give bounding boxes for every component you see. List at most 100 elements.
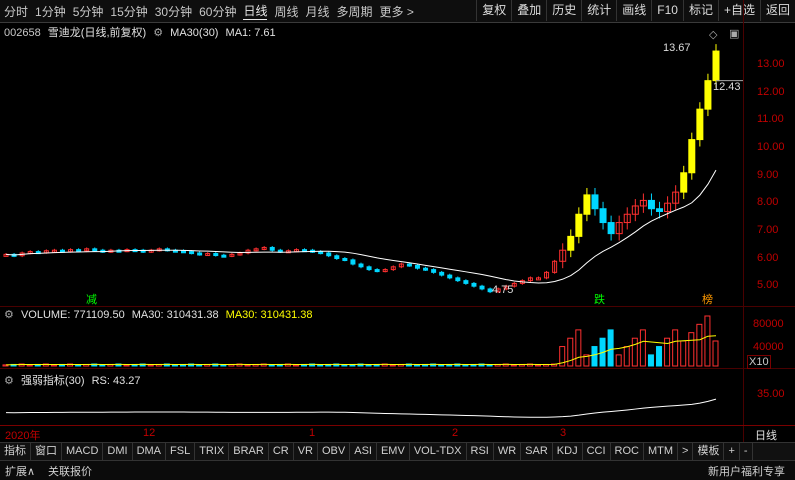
candle	[189, 251, 195, 255]
expand-icon[interactable]: ▣	[729, 27, 739, 40]
volume-bar	[647, 354, 654, 367]
expand-button[interactable]: 扩展∧	[5, 463, 35, 479]
candle	[181, 250, 186, 254]
volume-bar	[486, 364, 493, 367]
candle	[463, 280, 469, 284]
volume-bar	[591, 346, 598, 367]
candle	[567, 235, 575, 251]
price-axis-label: 11.00	[757, 113, 784, 126]
indicator-tab-6[interactable]: TRIX	[195, 443, 230, 460]
candle	[607, 222, 615, 235]
rs-line	[5, 398, 717, 418]
volume-bar	[147, 364, 154, 367]
price-chart[interactable]	[0, 0, 795, 479]
indicator-tab-15[interactable]: WR	[494, 443, 522, 460]
candle	[423, 267, 429, 271]
candle	[374, 269, 380, 273]
indicator-tab-3[interactable]: DMI	[103, 443, 133, 460]
candle	[92, 248, 98, 252]
indicator-tab-20[interactable]: MTM	[644, 443, 679, 460]
candle	[358, 263, 364, 268]
indicator-tab-17[interactable]: KDJ	[553, 443, 583, 460]
volume-bar	[244, 364, 251, 367]
indicator-tab-8[interactable]: CR	[269, 443, 294, 460]
date-axis: 2020年 12 1 2 3 日线	[0, 425, 795, 442]
volume-bar	[220, 364, 227, 367]
rs-axis-label: 35.00	[757, 388, 785, 400]
volume-bar	[631, 337, 638, 367]
volume-bar	[607, 329, 614, 367]
volume-bar	[99, 364, 106, 367]
settings-icon[interactable]: ⚙	[4, 309, 14, 321]
volume-bar	[672, 329, 679, 367]
indicator-tab-18[interactable]: CCI	[583, 443, 611, 460]
indicator-tab-7[interactable]: BRAR	[229, 443, 269, 460]
indicator-tab-24[interactable]: -	[740, 443, 753, 460]
candle	[479, 285, 485, 290]
candle	[575, 213, 583, 237]
indicator-tab-13[interactable]: VOL-TDX	[410, 443, 467, 460]
rs-value: RS: 43.27	[91, 375, 141, 387]
candle	[704, 80, 712, 110]
volume-bar	[623, 346, 630, 367]
candle	[406, 263, 412, 267]
rs-info: ⚙ 强弱指标(30) RS: 43.27	[4, 372, 144, 388]
volume-ma30-a: MA30: 310431.38	[131, 309, 219, 321]
indicator-tab-21[interactable]: >	[678, 443, 694, 460]
indicator-tab-10[interactable]: OBV	[318, 443, 351, 460]
indicator-tab-5[interactable]: FSL	[166, 443, 196, 460]
indicator-tab-22[interactable]: 模板	[693, 443, 725, 460]
volume-bar	[696, 323, 703, 367]
indicator-tab-2[interactable]: MACD	[62, 443, 104, 460]
candle	[221, 254, 227, 258]
price-axis-label: 7.00	[757, 223, 779, 236]
settings-icon[interactable]: ⚙	[4, 375, 14, 387]
volume-bar	[688, 332, 695, 367]
price-axis-label: 12.00	[757, 85, 785, 98]
volume-bar	[75, 364, 82, 367]
candle	[647, 199, 655, 210]
volume-bar	[171, 364, 178, 367]
volume-label: VOLUME: 771109.50	[20, 309, 125, 321]
indicator-tab-1[interactable]: 窗口	[31, 443, 62, 460]
candle	[366, 266, 372, 271]
indicator-tab-4[interactable]: DMA	[133, 443, 167, 460]
indicator-tab-14[interactable]: RSI	[467, 443, 494, 460]
candle	[318, 251, 324, 255]
event-marker[interactable]: 减	[86, 291, 97, 307]
indicator-tab-16[interactable]: SAR	[521, 443, 553, 460]
volume-bar	[704, 315, 711, 367]
indicator-tab-0[interactable]: 指标	[0, 443, 31, 460]
candle	[447, 274, 453, 279]
volume-ma30-b: MA30: 310431.38	[225, 309, 313, 321]
indicator-tab-9[interactable]: VR	[294, 443, 318, 460]
candle	[350, 259, 356, 265]
candle	[326, 252, 332, 257]
volume-bar	[292, 364, 299, 367]
candle	[414, 264, 420, 269]
promo-link[interactable]: 新用户福利专享	[708, 463, 785, 479]
volume-bar	[680, 340, 687, 367]
candle	[197, 252, 203, 256]
period-indicator[interactable]: 日线	[755, 427, 777, 443]
event-marker[interactable]: 跌	[594, 291, 605, 307]
indicator-tab-12[interactable]: EMV	[377, 443, 410, 460]
indicator-tab-19[interactable]: ROC	[611, 443, 644, 460]
event-marker[interactable]: 榜	[702, 291, 713, 307]
related-quotes-button[interactable]: 关联报价	[48, 463, 92, 479]
volume-bar	[462, 364, 469, 367]
diamond-icon[interactable]: ◇	[709, 28, 717, 41]
volume-bar	[510, 364, 517, 367]
candle	[583, 194, 591, 215]
candle	[269, 246, 275, 251]
candle	[76, 249, 82, 253]
candle	[455, 277, 461, 282]
candle	[599, 208, 607, 224]
volume-bar	[365, 364, 372, 367]
volume-axis-label: 80000	[753, 318, 784, 330]
candle	[439, 271, 445, 276]
candle	[334, 255, 340, 260]
rs-label: 强弱指标(30)	[20, 375, 85, 387]
indicator-tab-11[interactable]: ASI	[350, 443, 377, 460]
indicator-tab-23[interactable]: +	[724, 443, 740, 460]
